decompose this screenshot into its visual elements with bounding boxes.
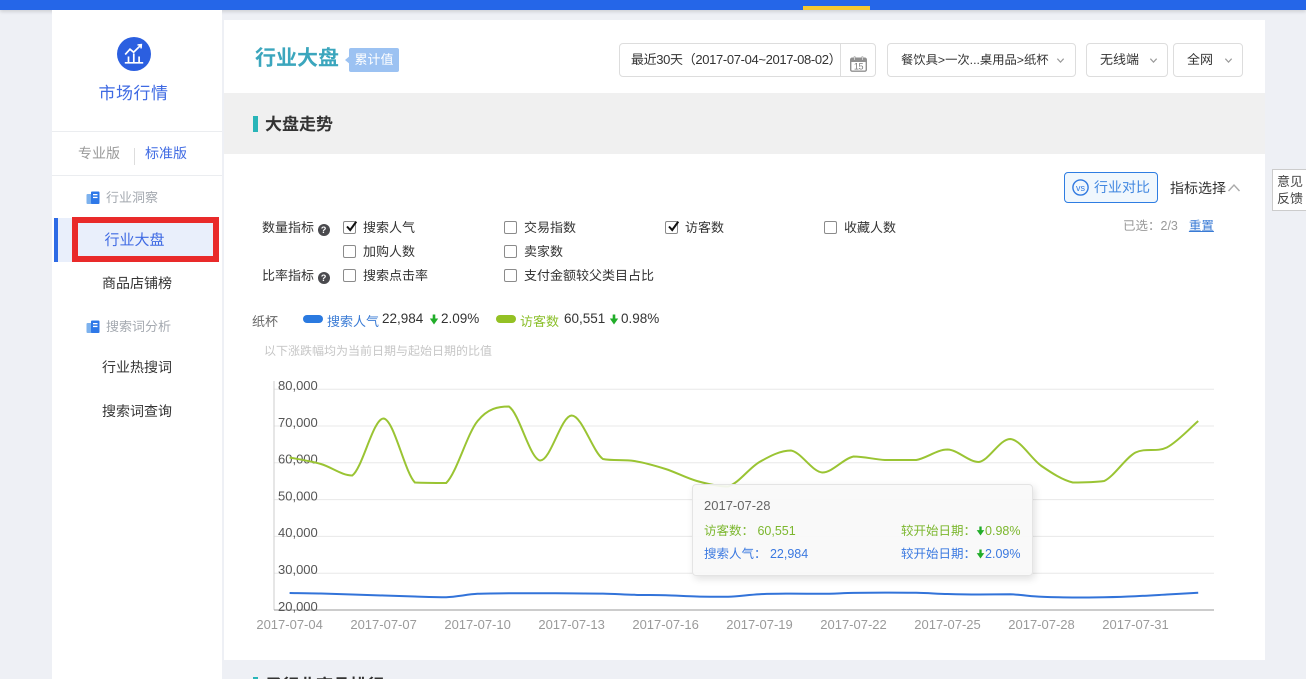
svg-text:2017-07-07: 2017-07-07 (350, 617, 417, 632)
svg-text:40,000: 40,000 (278, 525, 318, 540)
svg-text:vs: vs (1076, 183, 1086, 193)
svg-text:2017-07-31: 2017-07-31 (1102, 617, 1169, 632)
svg-text:2017-07-13: 2017-07-13 (538, 617, 605, 632)
svg-text:50,000: 50,000 (278, 488, 318, 503)
svg-text:15: 15 (854, 62, 864, 72)
svg-text:20,000: 20,000 (278, 599, 318, 614)
svg-text:2017-07-25: 2017-07-25 (914, 617, 981, 632)
svg-text:2017-07-19: 2017-07-19 (726, 617, 793, 632)
svg-text:2017-07-16: 2017-07-16 (632, 617, 699, 632)
svg-text:30,000: 30,000 (278, 562, 318, 577)
svg-text:80,000: 80,000 (278, 378, 318, 393)
svg-text:70,000: 70,000 (278, 415, 318, 430)
svg-text:2017-07-04: 2017-07-04 (256, 617, 323, 632)
svg-text:2017-07-28: 2017-07-28 (1008, 617, 1075, 632)
svg-text:2017-07-10: 2017-07-10 (444, 617, 511, 632)
svg-text:2017-07-22: 2017-07-22 (820, 617, 887, 632)
